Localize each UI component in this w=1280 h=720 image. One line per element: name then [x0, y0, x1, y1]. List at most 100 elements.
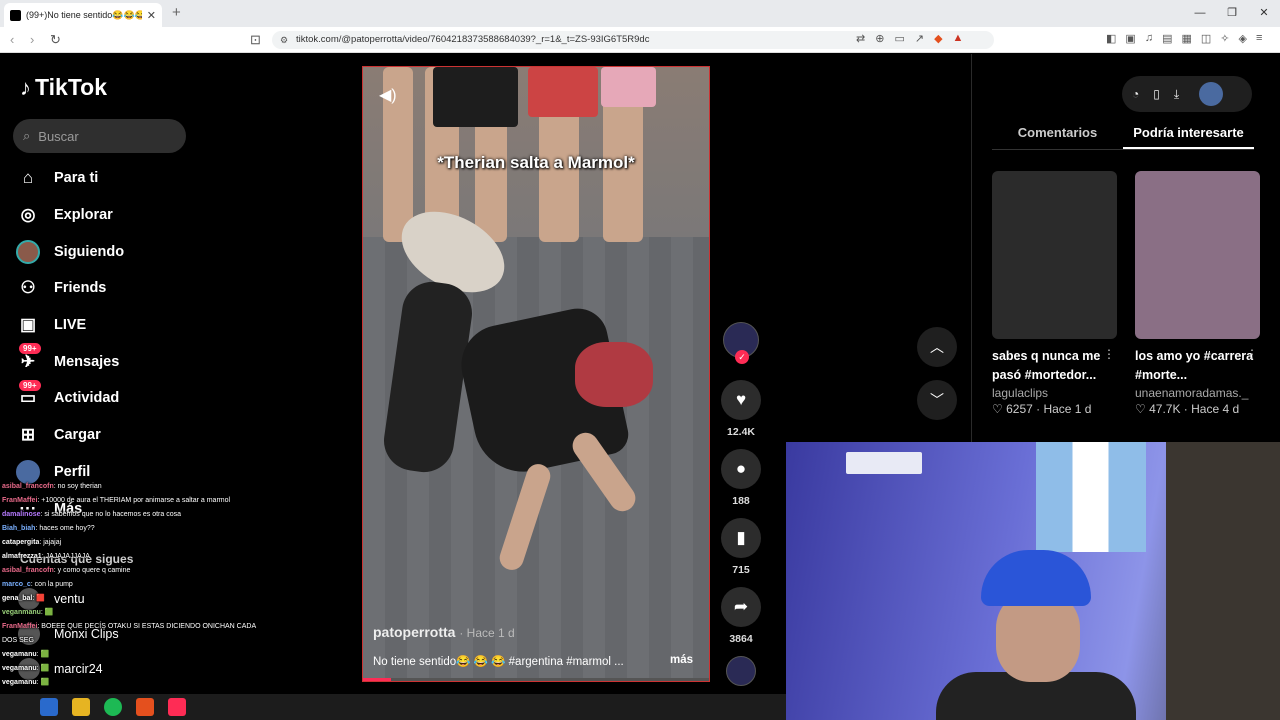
chat-text: : +10000 de aura el THERIAM por animarse…: [37, 497, 231, 504]
sidebar-item-explorar[interactable]: ◎ Explorar: [16, 197, 124, 234]
downloads-icon[interactable]: ▦: [1181, 32, 1191, 45]
minimize-icon[interactable]: —: [1184, 0, 1216, 27]
sidebar-item-actividad[interactable]: ▭ 99+ Actividad: [16, 380, 124, 417]
kebab-menu-icon[interactable]: ⋮: [1103, 347, 1115, 361]
video-thumbnail[interactable]: [992, 171, 1117, 339]
sidebar-icon[interactable]: ▤: [1162, 32, 1172, 45]
chat-username: almafrezza1: [2, 553, 42, 560]
sidebar-item-siguiendo[interactable]: Siguiendo: [16, 233, 124, 270]
tab-comentarios[interactable]: Comentarios: [992, 120, 1123, 149]
video-player[interactable]: ◀) *Therian salta a Marmol* patoperrotta…: [362, 66, 710, 682]
windows-start-icon[interactable]: [40, 698, 58, 716]
close-window-icon[interactable]: ✕: [1248, 0, 1280, 27]
rec-author[interactable]: unaenamoradamas._: [1135, 386, 1260, 400]
search-input[interactable]: ⌕ Buscar: [13, 119, 186, 153]
inbox-icon: ▭: [19, 388, 37, 408]
video-figure: [575, 342, 653, 407]
sidebar-item-para-ti[interactable]: ⌂ Para ti: [16, 160, 124, 197]
sidebar-item-mensajes[interactable]: ✈ 99+ Mensajes: [16, 343, 124, 380]
chat-username: damalinose: [2, 511, 41, 518]
video-username[interactable]: patoperrotta: [373, 624, 455, 640]
share-icon[interactable]: ↗: [915, 32, 924, 45]
sidebar-item-friends[interactable]: ⚇ Friends: [16, 270, 124, 307]
browser-tab[interactable]: (99+)No tiene sentido😂😂😂 ✕: [4, 3, 162, 27]
site-info-icon[interactable]: ⚙: [280, 31, 288, 49]
rec-meta: ♡ 47.7K · Hace 4 d: [1135, 402, 1240, 416]
sidebar-item-label: Actividad: [54, 390, 120, 407]
close-tab-icon[interactable]: ✕: [147, 9, 156, 22]
chat-username: vegamanu: [2, 665, 37, 672]
like-button[interactable]: ♥: [721, 380, 761, 420]
vpn-icon[interactable]: ◈: [1239, 32, 1247, 45]
follow-plus-icon[interactable]: ✓: [735, 350, 749, 364]
menu-icon[interactable]: ≡: [1256, 32, 1262, 45]
creator-avatar[interactable]: ✓: [723, 322, 759, 364]
webcam-overlay: [786, 442, 1280, 720]
chat-text: : con la pump: [30, 581, 73, 588]
chat-text: : si sabemos que no lo hacemos es otra c…: [40, 511, 181, 518]
tiktok-logo[interactable]: ♪ TikTok: [20, 74, 107, 101]
download-icon[interactable]: ⤓: [1174, 87, 1179, 102]
cast-icon[interactable]: ▭: [894, 32, 904, 45]
media-icon[interactable]: ♫: [1145, 32, 1153, 45]
chevron-down-icon: ﹀: [930, 392, 944, 408]
address-bar: ‹ › ↻ ⊡ ⚙ tiktok.com/@patoperrotta/video…: [0, 27, 1280, 53]
rec-author[interactable]: lagulaclips: [992, 386, 1117, 400]
webcam-scene: [846, 452, 922, 474]
video-thumbnail[interactable]: [1135, 171, 1260, 339]
music-disc-icon[interactable]: [726, 656, 756, 686]
screenshot-icon[interactable]: ◫: [1201, 32, 1211, 45]
video-figure: [528, 67, 598, 117]
save-button[interactable]: ▮: [721, 518, 761, 558]
sidebar-item-cargar[interactable]: ⊞ Cargar: [16, 417, 124, 454]
new-tab-icon[interactable]: +: [172, 4, 181, 21]
device-icon[interactable]: ▯: [1153, 87, 1160, 101]
tab-podria-interesarte[interactable]: Podría interesarte: [1123, 120, 1254, 149]
kebab-menu-icon[interactable]: ⋮: [1246, 347, 1258, 361]
restore-icon[interactable]: ❐: [1216, 0, 1248, 27]
previous-video-button[interactable]: ︿: [917, 327, 957, 367]
browser-tabbar: (99+)No tiene sentido😂😂😂 ✕ + — ❐ ✕: [0, 0, 1280, 27]
tiktok-app-icon[interactable]: [168, 698, 186, 716]
window-controls: — ❐ ✕: [1184, 0, 1280, 27]
brave-browser-icon[interactable]: [136, 698, 154, 716]
coin-icon[interactable]: ◔: [1132, 87, 1139, 101]
sidebar-item-label: Explorar: [54, 207, 113, 224]
chat-message: gena_bal: 🟥: [2, 592, 268, 606]
zoom-icon[interactable]: ⊕: [875, 32, 884, 45]
avatar[interactable]: [1199, 82, 1224, 106]
sidebar-item-label: Para ti: [54, 170, 99, 187]
video-progress-bar[interactable]: [363, 678, 709, 681]
next-video-button[interactable]: ﹀: [917, 380, 957, 420]
file-explorer-icon[interactable]: [72, 698, 90, 716]
video-progress-fill: [363, 678, 391, 681]
comment-button[interactable]: ●: [721, 449, 761, 489]
leo-icon[interactable]: ✧: [1220, 32, 1229, 45]
forward-icon[interactable]: ›: [30, 32, 34, 47]
more-button[interactable]: más: [670, 654, 693, 666]
chat-username: FranMaffei: [2, 623, 38, 630]
brave-rewards-icon[interactable]: ▲: [953, 32, 964, 45]
video-author[interactable]: patoperrotta · Hace 1 d: [373, 624, 515, 640]
share-button[interactable]: ➦: [721, 587, 761, 627]
chat-username: Biah_biah: [2, 525, 36, 532]
video-description: No tiene sentido😂 😂 😂 #argentina #marmol…: [373, 656, 624, 668]
brave-shield-icon[interactable]: ◆: [934, 32, 942, 45]
volume-icon[interactable]: ◀): [379, 85, 397, 105]
chat-text: : y como quere q camine: [53, 567, 131, 574]
reload-icon[interactable]: ↻: [50, 32, 61, 48]
recommended-video[interactable]: los amo yo #carrera #morte... unaenamora…: [1135, 171, 1260, 416]
chat-message: vegamanu: 🟩: [2, 676, 268, 690]
wallet-icon[interactable]: ▣: [1125, 32, 1135, 45]
back-icon[interactable]: ‹: [10, 32, 14, 47]
sidebar-item-live[interactable]: ▣ LIVE: [16, 307, 124, 344]
recommended-video[interactable]: sabes q nunca me pasó #mortedor... lagul…: [992, 171, 1117, 416]
video-actions: ✓ ♥ 12.4K ● 188 ▮ 715 ➦ 3864: [720, 322, 762, 686]
save-count: 715: [732, 564, 750, 576]
extensions-icon[interactable]: ◧: [1106, 32, 1116, 45]
translate-icon[interactable]: ⇄: [856, 32, 865, 45]
spotify-icon[interactable]: [104, 698, 122, 716]
sidebar-item-label: Cargar: [54, 427, 101, 444]
bookmark-icon[interactable]: ⊡: [250, 32, 261, 48]
chat-username: FranMaffei: [2, 497, 38, 504]
